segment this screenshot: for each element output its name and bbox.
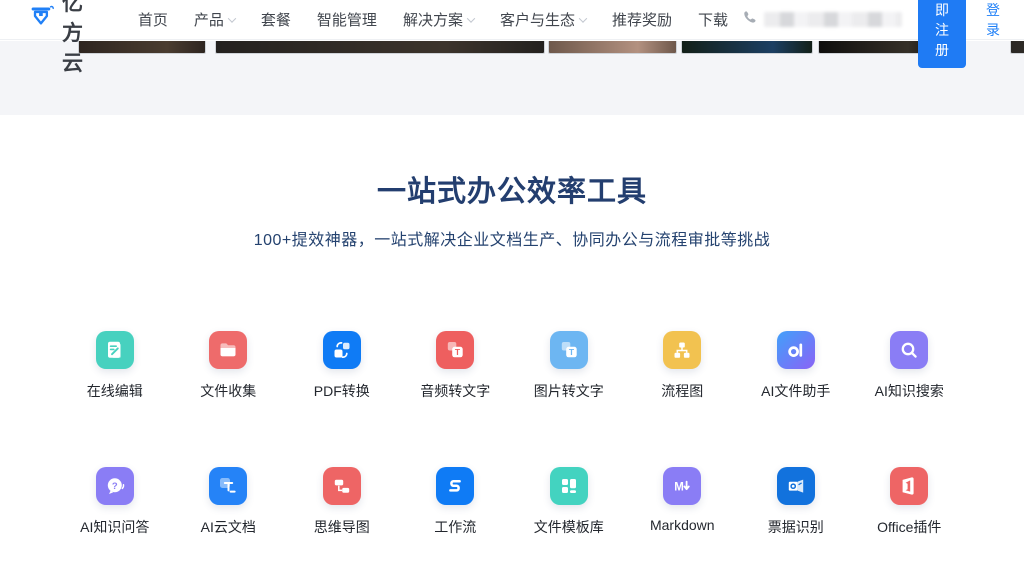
page-title: 一站式办公效率工具 <box>0 168 1024 210</box>
tool-office-plugin[interactable]: Office插件 <box>853 467 967 537</box>
tool-label: PDF转换 <box>314 381 370 401</box>
tool-label: 流程图 <box>661 381 703 401</box>
tool-ai-file-assistant[interactable]: AI文件助手 <box>739 331 853 401</box>
svg-text:T: T <box>569 347 575 357</box>
tool-audio-to-text[interactable]: T 音频转文字 <box>399 331 513 401</box>
office-icon <box>890 467 928 505</box>
brand-logo[interactable]: 360亿方云 <box>30 0 103 77</box>
question-bubble-icon: ? <box>96 467 134 505</box>
tool-workflow[interactable]: 工作流 <box>399 467 513 537</box>
text-doc-icon <box>209 467 247 505</box>
nav-item-solutions[interactable]: 解决方案 <box>390 9 487 30</box>
tool-ai-knowledge-search[interactable]: AI知识搜索 <box>853 331 967 401</box>
tool-label: 票据识别 <box>768 517 824 537</box>
tools-grid: 在线编辑 文件收集 PDF转换 T 音频转文字 T 图片转文字 流程图 AI文件… <box>58 331 966 537</box>
folder-icon <box>209 331 247 369</box>
shield-logo-icon <box>30 4 55 35</box>
login-link[interactable]: 登录 <box>986 0 1000 40</box>
ai-letters-icon <box>777 331 815 369</box>
carousel-thumbnail[interactable] <box>548 41 677 54</box>
chevron-down-icon <box>228 14 236 22</box>
tool-label: 在线编辑 <box>87 381 143 401</box>
tool-markdown[interactable]: M Markdown <box>626 467 740 537</box>
magnifier-icon <box>890 331 928 369</box>
convert-icon <box>323 331 361 369</box>
tool-label: 文件收集 <box>200 381 256 401</box>
s-flow-icon <box>436 467 474 505</box>
main-nav: 首页 产品 套餐 智能管理 解决方案 客户与生态 推荐奖励 下载 <box>125 9 741 30</box>
nav-item-referral-rewards[interactable]: 推荐奖励 <box>599 9 685 30</box>
tool-label: 音频转文字 <box>420 381 490 401</box>
nav-item-smart-management[interactable]: 智能管理 <box>304 9 390 30</box>
phone-icon <box>741 9 758 31</box>
tool-label: AI知识搜索 <box>875 381 944 401</box>
audio-text-icon: T <box>436 331 474 369</box>
nav-item-customers-ecosystem[interactable]: 客户与生态 <box>487 9 599 30</box>
carousel-thumbnail[interactable] <box>1010 41 1024 54</box>
phone-contact <box>741 9 902 31</box>
tool-file-collection[interactable]: 文件收集 <box>172 331 286 401</box>
nav-item-download[interactable]: 下载 <box>685 9 741 30</box>
tool-mindmap[interactable]: 思维导图 <box>285 467 399 537</box>
tool-label: Office插件 <box>877 517 941 537</box>
tool-label: Markdown <box>650 517 715 533</box>
nav-item-products[interactable]: 产品 <box>181 9 248 30</box>
tool-receipt-ocr[interactable]: 票据识别 <box>739 467 853 537</box>
tool-online-edit[interactable]: 在线编辑 <box>58 331 172 401</box>
svg-text:?: ? <box>112 481 118 492</box>
image-text-icon: T <box>550 331 588 369</box>
phone-number-redacted <box>764 12 902 27</box>
carousel-thumbnail[interactable] <box>215 41 545 54</box>
tool-ai-cloud-doc[interactable]: AI云文档 <box>172 467 286 537</box>
tool-label: 思维导图 <box>314 517 370 537</box>
receipt-icon <box>777 467 815 505</box>
header-actions: 立即注册 登录 <box>741 0 1000 68</box>
tool-flowchart[interactable]: 流程图 <box>626 331 740 401</box>
tool-label: 文件模板库 <box>534 517 604 537</box>
edit-doc-icon <box>96 331 134 369</box>
flowchart-icon <box>663 331 701 369</box>
nav-item-home[interactable]: 首页 <box>125 9 181 30</box>
page: 360亿方云 首页 产品 套餐 智能管理 解决方案 客户与生态 推荐奖励 下载 … <box>0 0 1024 566</box>
chevron-down-icon <box>579 14 587 22</box>
markdown-icon: M <box>663 467 701 505</box>
tool-label: 工作流 <box>434 517 476 537</box>
brand-name: 360亿方云 <box>62 0 103 77</box>
tool-label: AI文件助手 <box>761 381 830 401</box>
nav-item-plans[interactable]: 套餐 <box>248 9 304 30</box>
svg-text:M: M <box>674 481 684 493</box>
svg-text:T: T <box>455 347 461 357</box>
top-navbar: 360亿方云 首页 产品 套餐 智能管理 解决方案 客户与生态 推荐奖励 下载 … <box>0 0 1024 40</box>
tool-ai-knowledge-qa[interactable]: ? AI知识问答 <box>58 467 172 537</box>
mindmap-icon <box>323 467 361 505</box>
tool-label: AI知识问答 <box>80 517 149 537</box>
chevron-down-icon <box>467 14 475 22</box>
register-button[interactable]: 立即注册 <box>918 0 966 68</box>
grid-template-icon <box>550 467 588 505</box>
tool-label: 图片转文字 <box>534 381 604 401</box>
tool-pdf-convert[interactable]: PDF转换 <box>285 331 399 401</box>
tool-file-templates[interactable]: 文件模板库 <box>512 467 626 537</box>
page-subtitle: 100+提效神器，一站式解决企业文档生产、协同办公与流程审批等挑战 <box>0 226 1024 250</box>
tool-label: AI云文档 <box>201 517 256 537</box>
tool-image-to-text[interactable]: T 图片转文字 <box>512 331 626 401</box>
